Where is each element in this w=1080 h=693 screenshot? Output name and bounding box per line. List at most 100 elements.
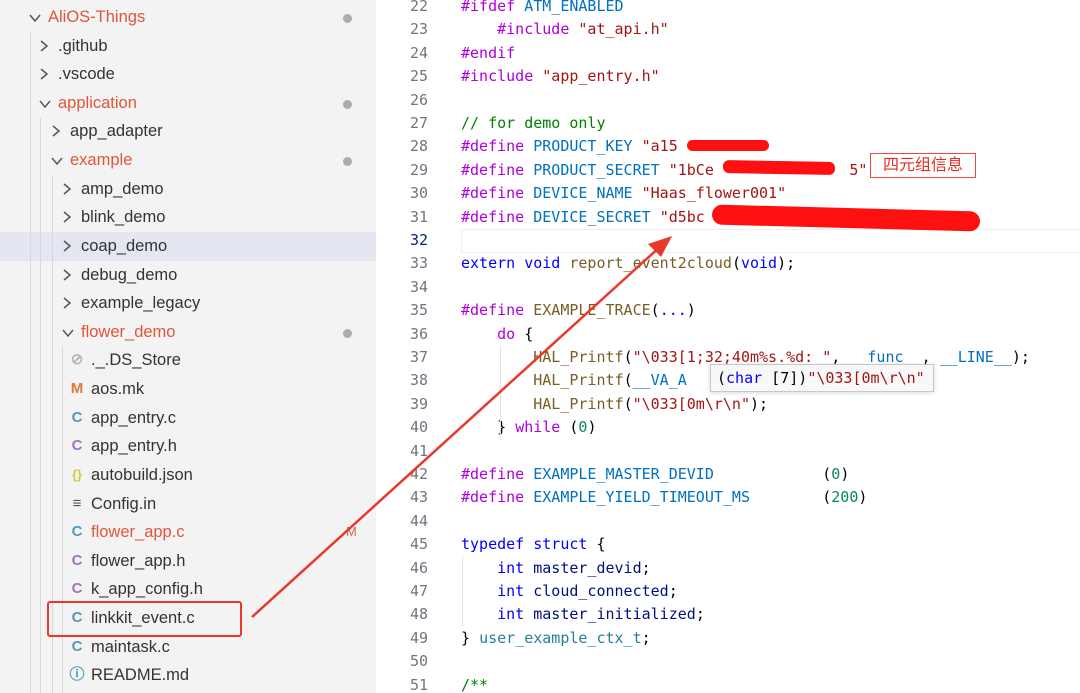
code-token: ATM_ENABLED	[524, 0, 624, 15]
code-line[interactable]: 32	[376, 229, 1080, 252]
code-token: struct	[533, 535, 588, 554]
code-token: #include	[461, 20, 570, 39]
code-line[interactable]: 40 } while (0)	[376, 416, 1080, 439]
code-text: HAL_Printf("\033[0m\r\n");	[461, 393, 768, 416]
code-line[interactable]: 24 #endif	[376, 42, 1080, 65]
tree-item-app-entry-c[interactable]: Capp_entry.c	[0, 404, 376, 433]
chevron-right-icon[interactable]	[61, 289, 75, 317]
tree-item-label: coap_demo	[81, 236, 168, 255]
tree-item-flower-app-h[interactable]: Cflower_app.h	[0, 547, 376, 576]
code-token: ;	[668, 582, 678, 600]
chevron-right-icon[interactable]	[61, 175, 75, 203]
code-token: master_initialized	[533, 605, 696, 624]
code-line[interactable]: 27 // for demo only	[376, 112, 1080, 135]
code-token: void	[524, 254, 561, 273]
chevron-down-icon[interactable]	[28, 3, 42, 31]
code-token: (	[750, 488, 832, 507]
line-number: 43	[409, 488, 428, 507]
tree-item-flower-demo[interactable]: flower_demo	[0, 318, 376, 347]
tree-item-vscode[interactable]: .vscode	[0, 60, 376, 89]
tree-item-k-app-config-h[interactable]: Ck_app_config.h	[0, 575, 376, 604]
code-token: (	[623, 348, 633, 366]
line-number: 50	[409, 652, 428, 671]
code-line[interactable]: 34	[376, 276, 1080, 299]
chevron-down-icon[interactable]	[50, 146, 64, 174]
code-token: 0	[831, 465, 841, 483]
tree-item-autobuild-json[interactable]: {} autobuild.json	[0, 461, 376, 490]
line-number: 25	[409, 67, 428, 86]
code-line[interactable]: 25 #include "app_entry.h"	[376, 65, 1080, 88]
code-line[interactable]: 48 int master_initialized;	[376, 603, 1080, 626]
code-line[interactable]: 44	[376, 510, 1080, 533]
modified-dot-icon	[343, 157, 352, 167]
code-line[interactable]: 41	[376, 440, 1080, 463]
code-line[interactable]: 49} user_example_ctx_t;	[376, 627, 1080, 650]
code-token: #endif	[461, 43, 516, 62]
tree-item-app-adapter[interactable]: app_adapter	[0, 117, 376, 146]
code-line[interactable]: 22 #ifdef ATM_ENABLED	[376, 0, 1080, 18]
indent-guide	[62, 347, 63, 693]
tree-item-coap-demo[interactable]: coap_demo	[0, 231, 376, 261]
code-line[interactable]: 50	[376, 650, 1080, 673]
json-file-icon: {}	[71, 466, 83, 482]
code-line[interactable]: 39 HAL_Printf("\033[0m\r\n");	[376, 393, 1080, 416]
modified-dot-icon	[343, 328, 352, 338]
chevron-down-icon[interactable]	[61, 318, 75, 346]
code-line[interactable]: 26	[376, 89, 1080, 112]
chevron-right-icon[interactable]	[38, 60, 52, 88]
code-line[interactable]: 47 int cloud_connected;	[376, 580, 1080, 603]
tree-item-config-in[interactable]: ≡ Config.in	[0, 490, 376, 519]
tree-item-alios-things[interactable]: AliOS-Things	[0, 3, 376, 32]
code-line[interactable]: 35 #define EXAMPLE_TRACE(...)	[376, 299, 1080, 322]
line-number: 35	[409, 301, 428, 320]
tree-item-amp-demo[interactable]: amp_demo	[0, 175, 376, 204]
explorer-sidebar: AliOS-Things .github .vscode application app…	[0, 0, 376, 693]
line-number: 34	[409, 277, 428, 296]
chevron-right-icon[interactable]	[61, 232, 75, 260]
tree-item-app-entry-h[interactable]: Capp_entry.h	[0, 432, 376, 461]
code-line[interactable]: 45 typedef struct {	[376, 533, 1080, 556]
tree-item-label: app_entry.h	[91, 437, 177, 456]
code-token: #define	[461, 160, 525, 179]
tree-item-aos-mk[interactable]: Maos.mk	[0, 375, 376, 404]
tree-item-readme-md[interactable]: ⓘ README.md	[0, 661, 376, 690]
chevron-right-icon[interactable]	[61, 261, 75, 289]
tree-item-label: amp_demo	[81, 179, 164, 198]
tree-item-application[interactable]: application	[0, 89, 376, 118]
tree-item-label: AliOS-Things	[48, 8, 146, 26]
code-line[interactable]: 43 #define EXAMPLE_YIELD_TIMEOUT_MS (200)	[376, 486, 1080, 509]
tree-item-example[interactable]: example	[0, 146, 376, 175]
chevron-right-icon[interactable]	[61, 203, 75, 231]
line-number: 51	[409, 675, 428, 693]
code-line[interactable]: 51 /**	[376, 674, 1080, 693]
code-line[interactable]: 30 #define DEVICE_NAME "Haas_flower001"	[376, 182, 1080, 205]
code-token: int	[497, 582, 525, 600]
code-text: HAL_Printf(__VA_A	[461, 369, 687, 392]
code-text: #ifdef ATM_ENABLED	[461, 0, 624, 18]
code-line[interactable]: 33 extern void report_event2cloud(void);	[376, 252, 1080, 275]
code-line[interactable]: 36 do {	[376, 323, 1080, 346]
line-number: 22	[409, 0, 428, 15]
chevron-right-icon[interactable]	[38, 32, 52, 60]
code-line[interactable]: 23 #include "at_api.h"	[376, 18, 1080, 41]
code-line[interactable]: 46 int master_devid;	[376, 557, 1080, 580]
tree-item-debug-demo[interactable]: debug_demo	[0, 261, 376, 290]
chevron-right-icon[interactable]	[50, 117, 64, 145]
code-line[interactable]: 42 #define EXAMPLE_MASTER_DEVID (0)	[376, 463, 1080, 486]
code-editor[interactable]: 22 #ifdef ATM_ENABLED 23 #include "at_api.…	[376, 0, 1080, 693]
chevron-down-icon[interactable]	[38, 89, 52, 117]
tree-item-example-legacy[interactable]: example_legacy	[0, 289, 376, 318]
line-number: 44	[409, 511, 428, 530]
tree-item-flower-app-c[interactable]: Cflower_app.c M	[0, 518, 376, 547]
tree-item-ds-store[interactable]: ⊘ ._.DS_Store	[0, 346, 376, 375]
tree-item-github[interactable]: .github	[0, 32, 376, 61]
tree-item-blink-demo[interactable]: blink_demo	[0, 203, 376, 232]
